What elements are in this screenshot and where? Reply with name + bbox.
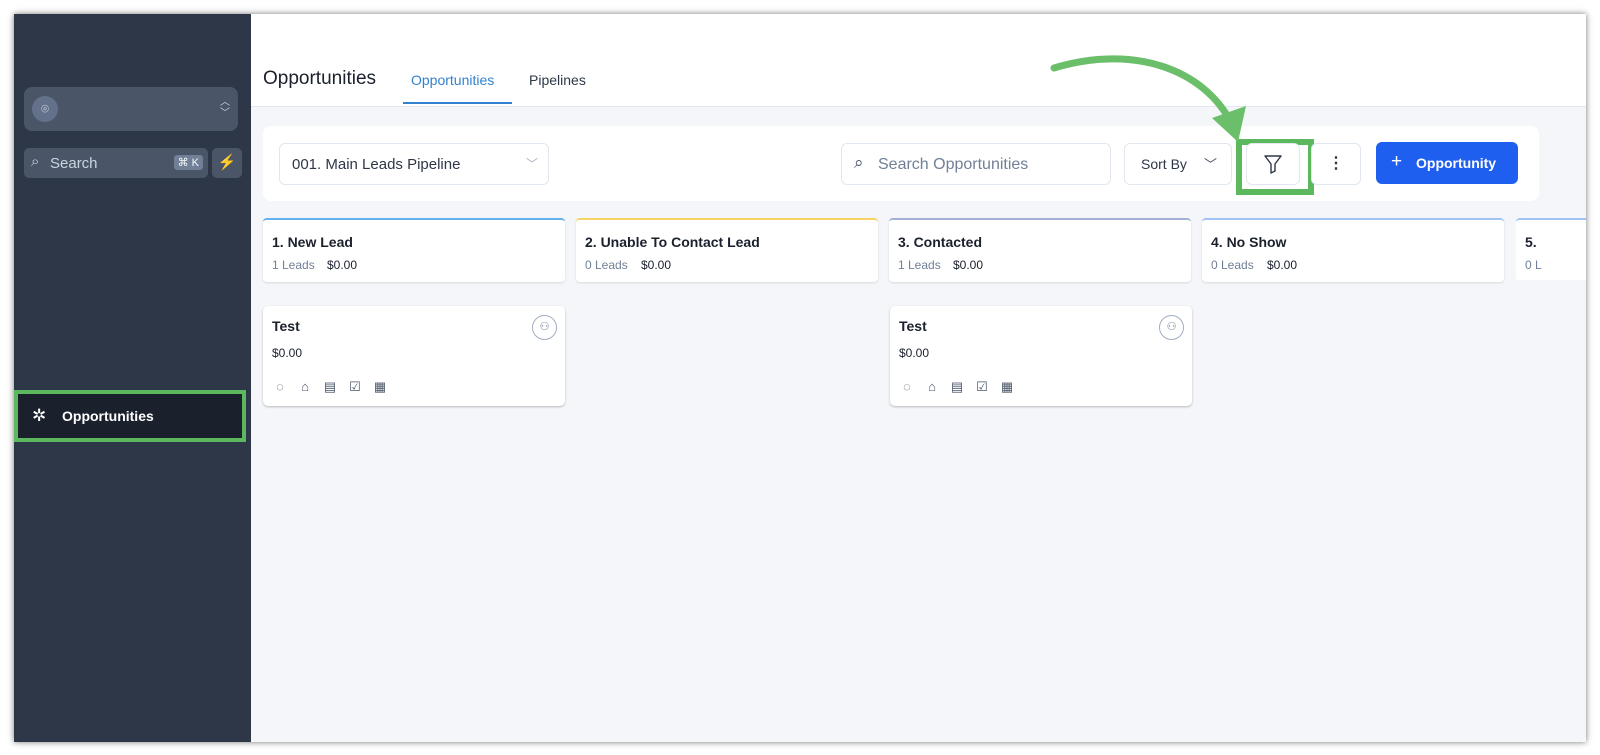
app-window: ⌾ ︿ ﹀ ⌕ Search ⌘ K ⚡ ✲ Opportunities Oppo…	[14, 14, 1586, 742]
annotation-arrow	[1050, 55, 1246, 142]
